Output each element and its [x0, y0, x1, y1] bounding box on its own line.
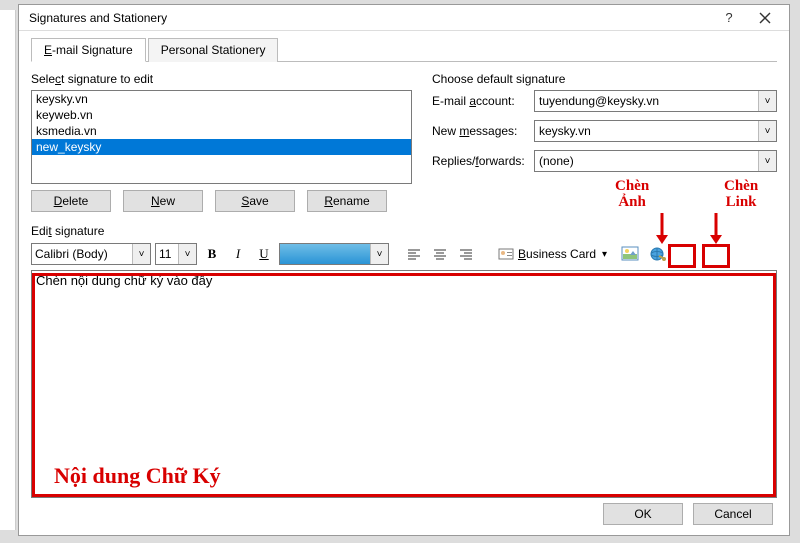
- chevron-down-icon: ˅: [758, 151, 776, 171]
- hyperlink-icon: [649, 246, 667, 262]
- dropdown-value: tuyendung@keysky.vn: [539, 94, 659, 108]
- list-item[interactable]: keysky.vn: [32, 91, 411, 107]
- signature-editor[interactable]: Chèn nội dung chữ ký vào đây: [31, 270, 777, 498]
- align-left-button[interactable]: [403, 243, 425, 265]
- chevron-down-icon: ˅: [758, 91, 776, 111]
- choose-default-label: Choose default signature: [432, 72, 777, 86]
- font-size-dropdown[interactable]: 11 ˅: [155, 243, 197, 265]
- business-card-button[interactable]: Business Card ▾: [491, 243, 614, 265]
- replies-forwards-dropdown[interactable]: (none) ˅: [534, 150, 777, 172]
- align-center-button[interactable]: [429, 243, 451, 265]
- window-title: Signatures and Stationery: [29, 11, 711, 25]
- edit-signature-label: Edit signature: [31, 224, 777, 238]
- tab-email-signature[interactable]: E-mail Signature: [31, 38, 146, 62]
- bold-button[interactable]: B: [201, 243, 223, 265]
- chevron-down-icon: ˅: [758, 121, 776, 141]
- business-card-label: Business Card: [518, 247, 596, 261]
- cancel-button[interactable]: Cancel: [693, 503, 773, 525]
- help-button[interactable]: ?: [711, 7, 747, 29]
- new-messages-label: New messages:: [432, 124, 534, 138]
- font-color-dropdown[interactable]: ˅: [279, 243, 389, 265]
- font-name-dropdown[interactable]: Calibri (Body) ˅: [31, 243, 151, 265]
- email-account-label: E-mail account:: [432, 94, 534, 108]
- chevron-down-icon: ˅: [178, 244, 196, 264]
- email-account-dropdown[interactable]: tuyendung@keysky.vn ˅: [534, 90, 777, 112]
- ok-button[interactable]: OK: [603, 503, 683, 525]
- close-button[interactable]: [747, 7, 783, 29]
- list-item[interactable]: new_keysky: [32, 139, 411, 155]
- chevron-down-icon: ˅: [132, 244, 150, 264]
- dialog-window: Signatures and Stationery ? E-mail Signa…: [18, 4, 790, 536]
- dialog-content: E-mail Signature Personal Stationery Sel…: [19, 31, 789, 508]
- signature-list-section: Select signature to edit keysky.vn keywe…: [31, 72, 412, 212]
- insert-hyperlink-button[interactable]: [646, 243, 670, 265]
- list-item[interactable]: keyweb.vn: [32, 107, 411, 123]
- tab-label: E-mail Signature: [44, 43, 133, 57]
- select-signature-label: Select signature to edit: [31, 72, 412, 86]
- italic-button[interactable]: I: [227, 243, 249, 265]
- list-item[interactable]: ksmedia.vn: [32, 123, 411, 139]
- signature-listbox[interactable]: keysky.vn keyweb.vn ksmedia.vn new_keysk…: [31, 90, 412, 184]
- font-name-value: Calibri (Body): [35, 247, 108, 261]
- default-signature-section: Choose default signature E-mail account:…: [432, 72, 777, 212]
- rename-button[interactable]: Rename: [307, 190, 387, 212]
- picture-icon: [621, 246, 639, 262]
- tab-strip: E-mail Signature Personal Stationery: [31, 37, 777, 62]
- titlebar: Signatures and Stationery ?: [19, 5, 789, 31]
- tab-personal-stationery[interactable]: Personal Stationery: [148, 38, 279, 62]
- editor-content: Chèn nội dung chữ ký vào đây: [36, 273, 212, 288]
- new-messages-dropdown[interactable]: keysky.vn ˅: [534, 120, 777, 142]
- replies-forwards-label: Replies/forwards:: [432, 154, 534, 168]
- dropdown-value: keysky.vn: [539, 124, 591, 138]
- business-card-icon: [498, 247, 514, 261]
- save-button[interactable]: Save: [215, 190, 295, 212]
- delete-button[interactable]: Delete: [31, 190, 111, 212]
- new-button[interactable]: New: [123, 190, 203, 212]
- chevron-down-icon: ˅: [370, 244, 388, 264]
- insert-picture-button[interactable]: [618, 243, 642, 265]
- align-right-button[interactable]: [455, 243, 477, 265]
- chevron-down-icon: ▾: [602, 249, 607, 260]
- font-size-value: 11: [159, 247, 171, 261]
- edit-toolbar: Calibri (Body) ˅ 11 ˅ B I U ˅: [31, 242, 777, 266]
- underline-button[interactable]: U: [253, 243, 275, 265]
- dropdown-value: (none): [539, 154, 574, 168]
